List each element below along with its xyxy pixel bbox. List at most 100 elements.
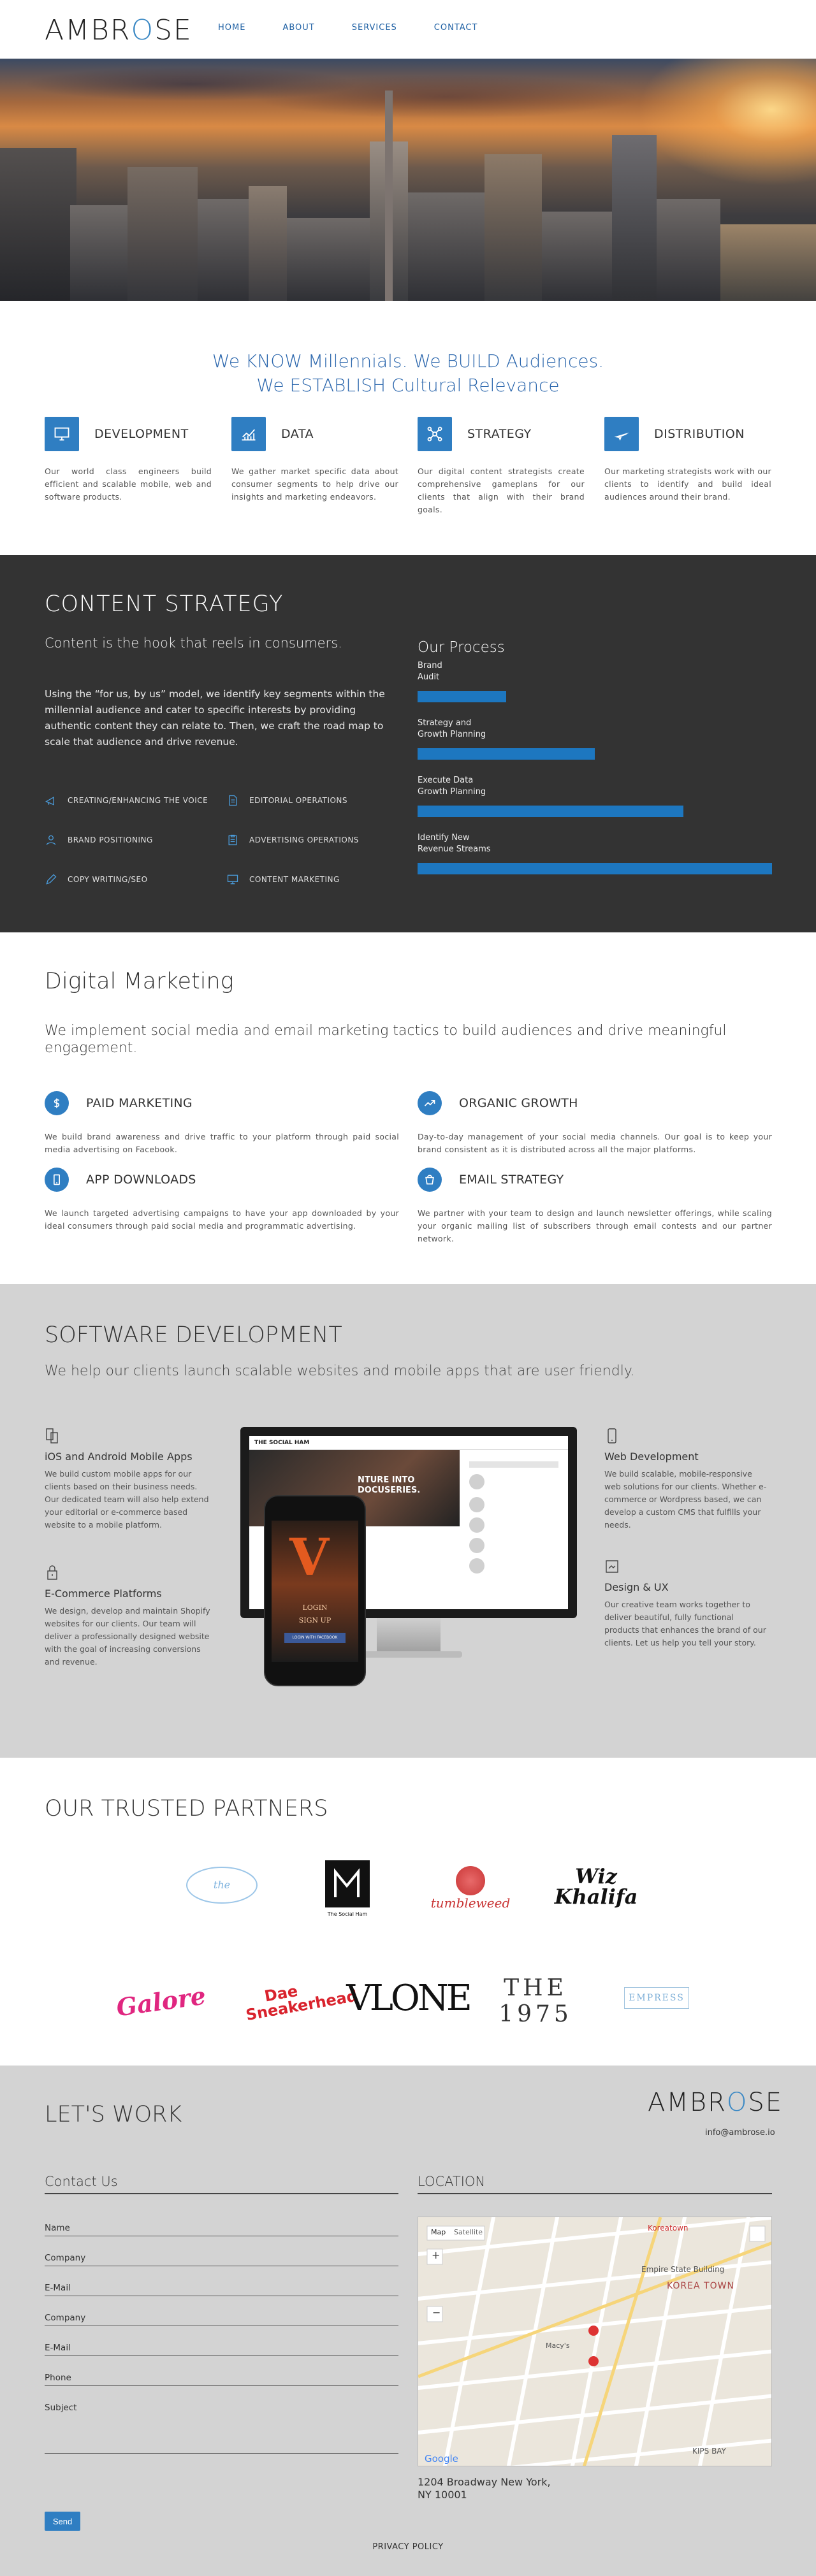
service-desc: Our world class engineers build efficien… xyxy=(45,467,212,502)
email-field-2[interactable]: E-Mail xyxy=(45,2343,398,2356)
partner-logo: Dae Sneakerhead xyxy=(244,1981,359,2025)
partner-logo: EMPRESS xyxy=(618,1976,695,2020)
mobile-devices-icon xyxy=(46,1428,58,1444)
mail-icon xyxy=(418,1168,442,1192)
sw-item: Design & UX Our creative team works toge… xyxy=(604,1558,770,1649)
nav-services-link[interactable]: SERVICES xyxy=(352,23,397,33)
dollar-icon xyxy=(45,1091,69,1115)
mock-site-name: THE SOCIAL HAM xyxy=(249,1436,568,1450)
map-label: KIPS BAY xyxy=(692,2447,726,2456)
trend-icon xyxy=(418,1091,442,1115)
service-desc: Our marketing strategists work with our … xyxy=(604,467,771,502)
building xyxy=(612,135,657,301)
map-label: Empire State Building xyxy=(641,2265,725,2274)
process-label: Identify New Revenue Streams xyxy=(418,833,491,854)
cs-item: CREATING/ENHANCING THE VOICE xyxy=(45,794,208,807)
footer-logo[interactable]: AMBROSE xyxy=(648,2088,783,2117)
tagline-line-2: We ESTABLISH Cultural Relevance xyxy=(256,375,560,396)
sw-item: E-Commerce Platforms We design, develop … xyxy=(45,1565,210,1668)
partner-logo: VLONE xyxy=(346,1977,472,2019)
location-map[interactable]: Map Satellite + − Koreatown KOREA TOWN E… xyxy=(418,2217,772,2466)
contact-email[interactable]: info@ambrose.io xyxy=(705,2128,775,2138)
partner-logo: THE 1975 xyxy=(499,1975,572,2027)
building xyxy=(720,224,816,301)
nav-about-link[interactable]: ABOUT xyxy=(282,23,314,33)
building xyxy=(484,154,542,301)
map-type-map[interactable]: Map xyxy=(431,2228,446,2236)
map-type-satellite[interactable]: Satellite xyxy=(454,2228,483,2236)
map-label: Macy's xyxy=(546,2341,570,2350)
process-bar xyxy=(418,863,772,874)
address: 1204 Broadway New York, NY 10001 xyxy=(418,2476,551,2501)
building xyxy=(249,186,287,301)
chart-icon xyxy=(231,417,266,451)
section-title: SOFTWARE DEVELOPMENT xyxy=(45,1322,342,1348)
google-logo: Google xyxy=(425,2453,458,2464)
section-lead: Content is the hook that reels in consum… xyxy=(45,635,342,651)
design-icon xyxy=(606,1560,618,1573)
zoom-out-button[interactable]: − xyxy=(432,2306,441,2319)
map-label: KOREA TOWN xyxy=(667,2281,734,2291)
section-lead: We help our clients launch scalable webs… xyxy=(45,1363,635,1379)
monitor-icon xyxy=(45,417,79,451)
process-title: Our Process xyxy=(418,639,505,656)
send-button[interactable]: Send xyxy=(45,2512,80,2531)
cs-item: BRAND POSITIONING xyxy=(45,834,153,846)
building xyxy=(657,199,720,301)
main-menu: HOME ABOUT SERVICES CONTACT xyxy=(218,23,477,33)
subject-field[interactable]: Subject xyxy=(45,2403,398,2454)
building xyxy=(287,218,370,301)
section-body: Using the “for us, by us” model, we iden… xyxy=(45,688,385,748)
phone-field[interactable]: Phone xyxy=(45,2373,398,2386)
process-bar xyxy=(418,748,595,760)
hero-clouds xyxy=(0,59,816,148)
service-title: DISTRIBUTION xyxy=(654,427,745,441)
mock-fb-button: LOGIN WITH FACEBOOK xyxy=(284,1633,346,1643)
company-field-2[interactable]: Company xyxy=(45,2313,398,2326)
name-field[interactable]: Name xyxy=(45,2223,398,2236)
nav-contact-link[interactable]: CONTACT xyxy=(434,23,478,33)
spire xyxy=(385,90,393,301)
nav-home-link[interactable]: HOME xyxy=(218,23,245,33)
section-title: Digital Marketing xyxy=(45,969,234,994)
building xyxy=(70,205,127,301)
map-streets xyxy=(418,2217,771,2466)
cs-item: CONTENT MARKETING xyxy=(226,873,340,886)
site-logo[interactable]: AMBROSE xyxy=(45,14,193,47)
process-label: Brand Audit xyxy=(418,661,442,682)
screen-icon xyxy=(227,874,238,885)
zoom-in-button[interactable]: + xyxy=(432,2249,440,2261)
mock-signup: SIGN UP xyxy=(298,1616,332,1624)
partner-logo: The Social Ham xyxy=(316,1849,379,1926)
phone-icon xyxy=(608,1428,616,1444)
partner-logo: Galore xyxy=(115,1980,208,2022)
network-icon xyxy=(418,417,452,451)
process-label: Execute Data Growth Planning xyxy=(418,776,486,797)
service-title: DEVELOPMENT xyxy=(94,427,189,441)
clipboard-icon xyxy=(228,834,237,846)
pencil-icon xyxy=(46,874,57,885)
top-navbar: AMBROSE HOME ABOUT SERVICES CONTACT xyxy=(0,0,816,59)
svg-text:the: the xyxy=(214,1879,230,1891)
tagline: We KNOW Millennials. We BUILD Audiences.… xyxy=(0,349,816,398)
megaphone-icon xyxy=(45,796,54,806)
partner-logo: Wiz Khalifa xyxy=(554,1864,638,1909)
company-field[interactable]: Company xyxy=(45,2253,398,2266)
service-title: STRATEGY xyxy=(467,427,532,441)
tagline-line-1: We KNOW Millennials. We BUILD Audiences. xyxy=(212,351,604,372)
privacy-policy-link[interactable]: PRIVACY POLICY xyxy=(0,2542,816,2552)
building xyxy=(127,167,198,301)
phone-mockup: V LOGIN SIGN UP LOGIN WITH FACEBOOK xyxy=(264,1495,366,1686)
software-development-section: SOFTWARE DEVELOPMENT We help our clients… xyxy=(0,1284,816,1758)
service-desc: We gather market specific data about con… xyxy=(231,467,398,502)
email-field[interactable]: E-Mail xyxy=(45,2283,398,2296)
mock-headline: NTURE INTO DOCUSERIES. xyxy=(358,1475,421,1495)
document-icon xyxy=(229,795,237,806)
phone-icon xyxy=(45,1168,69,1192)
building xyxy=(408,192,484,301)
sw-item: Web Development We build scalable, mobil… xyxy=(604,1428,770,1531)
content-strategy-section: CONTENT STRATEGY Content is the hook tha… xyxy=(0,555,816,932)
mock-login: LOGIN xyxy=(302,1603,328,1612)
section-title: LET'S WORK xyxy=(45,2102,182,2127)
lock-icon xyxy=(47,1565,57,1580)
